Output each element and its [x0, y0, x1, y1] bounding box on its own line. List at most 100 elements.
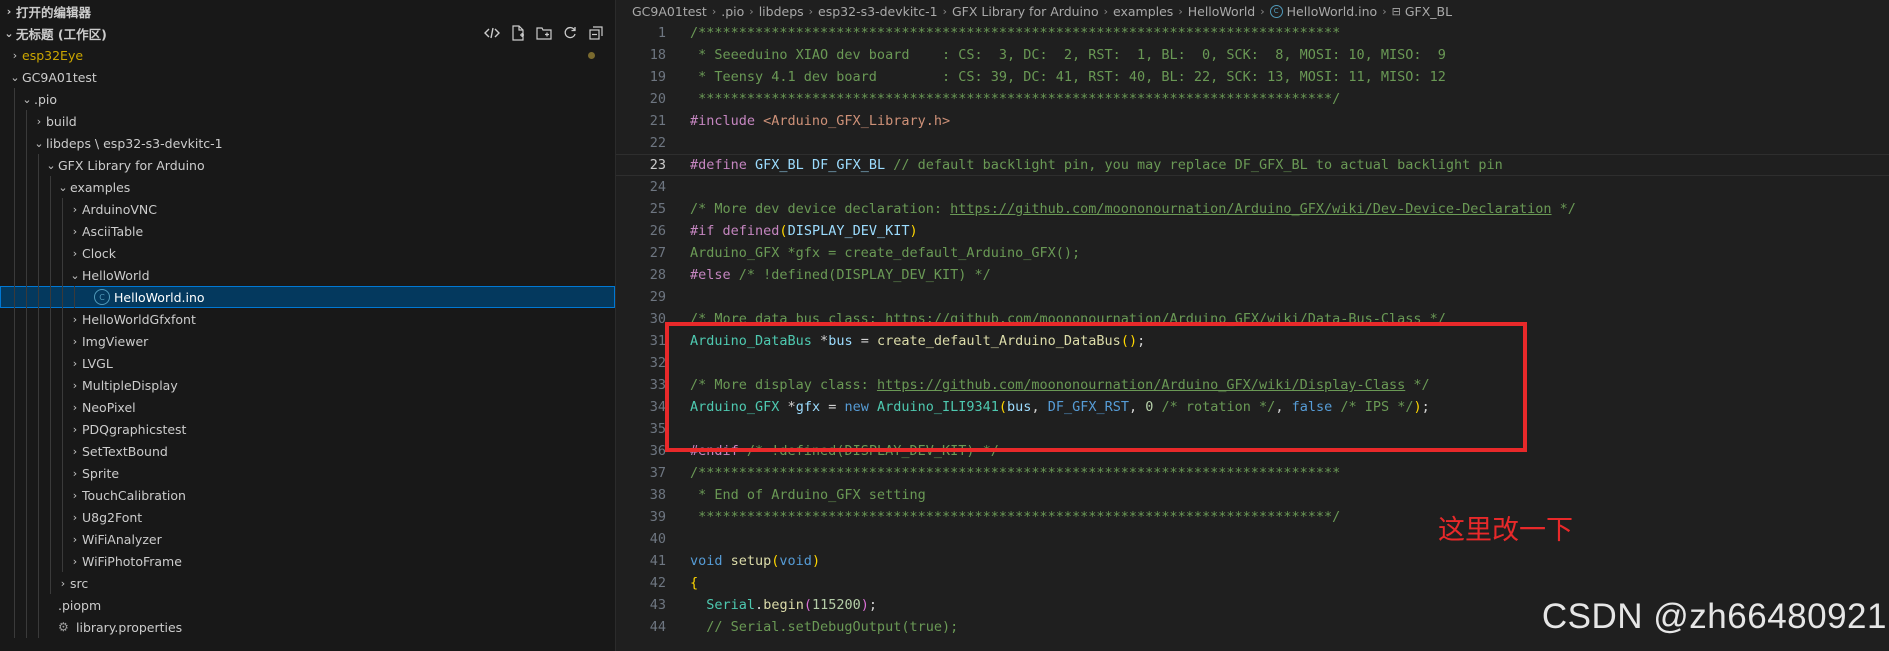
code-line[interactable]: 33 /* More display class: https://github.… [616, 374, 1889, 396]
tree-item[interactable]: › NeoPixel [0, 396, 615, 418]
tree-item[interactable]: ⌄ libdeps \ esp32-s3-devkitc-1 [0, 132, 615, 154]
code-token: ) [909, 223, 918, 239]
collapse-all-icon[interactable] [587, 24, 605, 42]
tree-item[interactable]: › Sprite [0, 462, 615, 484]
tree-item[interactable]: › build [0, 110, 615, 132]
code-line[interactable]: 31 Arduino_DataBus *bus = create_default_… [616, 330, 1889, 352]
tree-item[interactable]: › TouchCalibration [0, 484, 615, 506]
indent-guide [62, 506, 63, 528]
code-line[interactable]: 42 { [616, 572, 1889, 594]
code-token: * Teensy 4.1 dev board : CS: 39, DC: 41,… [690, 69, 1446, 85]
indent-guide [14, 374, 15, 396]
code-line[interactable]: 41 void setup(void) [616, 550, 1889, 572]
code-line[interactable]: 35 [616, 418, 1889, 440]
indent-guide [38, 198, 39, 220]
open-with-code-icon[interactable] [483, 24, 501, 42]
tree-item[interactable]: › esp32Eye [0, 44, 615, 66]
code-line[interactable]: 20 *************************************… [616, 88, 1889, 110]
explorer-sidebar: › 打开的编辑器 ⌄ 无标题 (工作区) › esp32Eye ⌄ GC9A01tes… [0, 0, 616, 651]
indent-guide [14, 594, 15, 616]
tree-item[interactable]: › U8g2Font [0, 506, 615, 528]
line-number: 42 [649, 575, 666, 591]
tree-item[interactable]: › WiFiPhotoFrame [0, 550, 615, 572]
tree-item[interactable]: ⚙ library.properties [0, 616, 615, 638]
code-token: Arduino_GFX *gfx = create_default_Arduin… [690, 245, 1081, 261]
tree-item[interactable]: ⌄ HelloWorld [0, 264, 615, 286]
code-line[interactable]: 38 * End of Arduino_GFX setting [616, 484, 1889, 506]
tree-item[interactable]: › ArduinoVNC [0, 198, 615, 220]
breadcrumb-item[interactable]: HelloWorld.ino [1287, 4, 1378, 19]
open-editors-section[interactable]: › 打开的编辑器 [0, 0, 615, 22]
code-line[interactable]: 30 /* More data bus class: https://github… [616, 308, 1889, 330]
indent-guide [38, 330, 39, 352]
code-line[interactable]: 26 #if defined(DISPLAY_DEV_KIT) [616, 220, 1889, 242]
code-area[interactable]: 1 /**************************************… [616, 22, 1889, 638]
code-line[interactable]: 24 [616, 176, 1889, 198]
code-token: #if [690, 223, 723, 239]
code-text: #define GFX_BL DF_GFX_BL // default back… [690, 157, 1503, 173]
tree-item[interactable]: › src [0, 572, 615, 594]
tree-item[interactable]: ⌄ GFX Library for Arduino [0, 154, 615, 176]
tree-item[interactable]: ⌄ GC9A01test [0, 66, 615, 88]
code-line[interactable]: 40 [616, 528, 1889, 550]
tree-item[interactable]: .piopm [0, 594, 615, 616]
breadcrumb-item[interactable]: esp32-s3-devkitc-1 [818, 4, 938, 19]
tree-item[interactable]: › LVGL [0, 352, 615, 374]
refresh-icon[interactable] [561, 24, 579, 42]
code-token: * End of Arduino_GFX setting [690, 487, 926, 503]
breadcrumb-item[interactable]: GFX Library for Arduino [952, 4, 1099, 19]
breadcrumb-item[interactable]: HelloWorld [1188, 4, 1256, 19]
code-line[interactable]: 19 * Teensy 4.1 dev board : CS: 39, DC: … [616, 66, 1889, 88]
code-line[interactable]: 39 *************************************… [616, 506, 1889, 528]
indent-guide [14, 132, 15, 154]
line-number: 41 [649, 553, 666, 569]
code-token: 0 [1145, 399, 1162, 415]
tree-item[interactable]: C HelloWorld.ino [0, 286, 615, 308]
code-line[interactable]: 32 [616, 352, 1889, 374]
tree-item[interactable]: ⌄ examples [0, 176, 615, 198]
new-folder-icon[interactable] [535, 24, 553, 42]
code-token: #endif [690, 443, 747, 459]
code-line[interactable]: 37 /*************************************… [616, 462, 1889, 484]
code-line[interactable]: 25 /* More dev device declaration: https:… [616, 198, 1889, 220]
code-line[interactable]: 34 Arduino_GFX *gfx = new Arduino_ILI9341… [616, 396, 1889, 418]
code-token: ****************************************… [690, 509, 1341, 525]
file-tree: › esp32Eye ⌄ GC9A01test ⌄ .pio › build ⌄ libdeps … [0, 44, 615, 638]
tree-item[interactable]: › HelloWorldGfxfont [0, 308, 615, 330]
tree-item[interactable]: › AsciiTable [0, 220, 615, 242]
breadcrumb-item[interactable]: libdeps [759, 4, 804, 19]
tree-item[interactable]: › PDQgraphicstest [0, 418, 615, 440]
tree-item[interactable]: › Clock [0, 242, 615, 264]
tree-item[interactable]: › SetTextBound [0, 440, 615, 462]
breadcrumb-item[interactable]: .pio [721, 4, 744, 19]
code-line[interactable]: 21 #include <Arduino_GFX_Library.h> [616, 110, 1889, 132]
code-token: Arduino_GFX [690, 399, 788, 415]
code-line[interactable]: 36 #endif /* !defined(DISPLAY_DEV_KIT) */ [616, 440, 1889, 462]
code-line[interactable]: 29 [616, 286, 1889, 308]
new-file-icon[interactable] [509, 24, 527, 42]
line-number: 33 [649, 377, 666, 393]
code-line[interactable]: 28 #else /* !defined(DISPLAY_DEV_KIT) */ [616, 264, 1889, 286]
workspace-section[interactable]: ⌄ 无标题 (工作区) [0, 22, 615, 44]
tree-item[interactable]: ⌄ .pio [0, 88, 615, 110]
tree-item[interactable]: › ImgViewer [0, 330, 615, 352]
tree-item[interactable]: › MultipleDisplay [0, 374, 615, 396]
chevron-down-icon: ⌄ [4, 26, 14, 40]
indent-guide [62, 396, 63, 418]
indent-guide [38, 418, 39, 440]
breadcrumb-item[interactable]: GC9A01test [632, 4, 707, 19]
code-line[interactable]: 22 [616, 132, 1889, 154]
code-line[interactable]: 18 * Seeeduino XIAO dev board : CS: 3, D… [616, 44, 1889, 66]
breadcrumb-item[interactable]: GFX_BL [1405, 4, 1452, 19]
code-line[interactable]: 1 /**************************************… [616, 22, 1889, 44]
tree-item[interactable]: › WiFiAnalyzer [0, 528, 615, 550]
code-token: /***************************************… [690, 465, 1341, 481]
open-editors-label: 打开的编辑器 [16, 4, 92, 20]
code-line[interactable]: 23 #define GFX_BL DF_GFX_BL // default ba… [616, 154, 1889, 176]
code-line[interactable]: 27 Arduino_GFX *gfx = create_default_Ardu… [616, 242, 1889, 264]
code-token: https://github.com/moononournation/Ardui… [950, 201, 1552, 217]
breadcrumb-item[interactable]: examples [1113, 4, 1173, 19]
code-editor[interactable]: GC9A01test › .pio › libdeps › esp32-s3-devkitc… [616, 0, 1889, 651]
chevron-right-icon: › [36, 114, 42, 128]
line-number: 34 [649, 399, 666, 415]
